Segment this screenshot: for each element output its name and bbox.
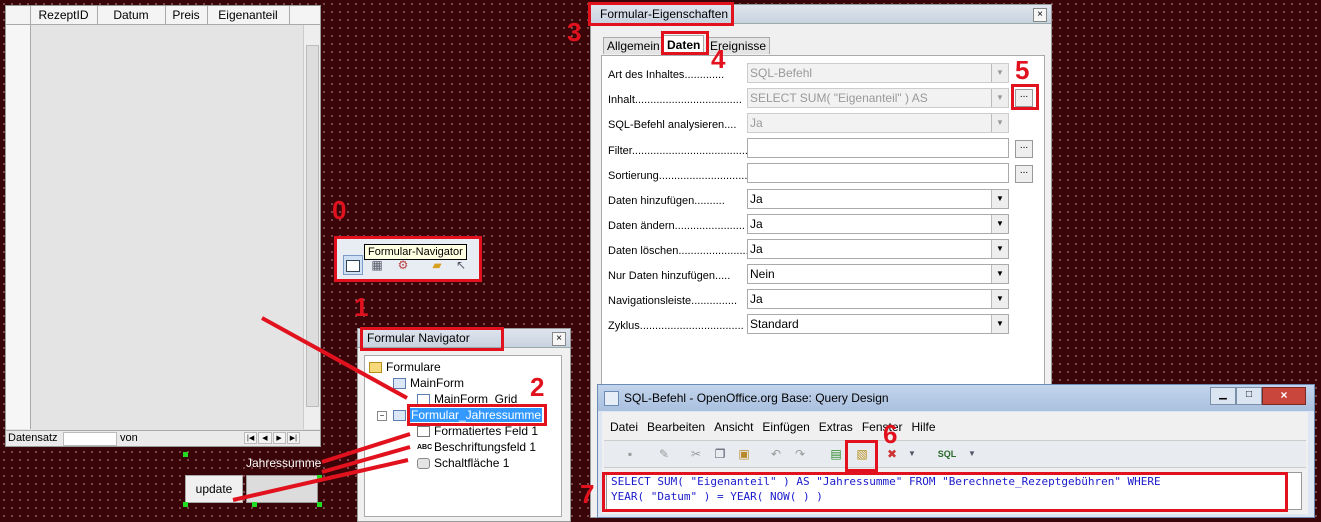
connector-line [232, 458, 409, 502]
connector-line [261, 316, 408, 400]
connector-lines [232, 316, 411, 502]
marker-7: 7 [580, 479, 595, 509]
marker-4: 4 [711, 44, 726, 74]
marker-0: 0 [332, 195, 347, 225]
marker-5: 5 [1015, 55, 1030, 85]
marker-1: 1 [354, 292, 369, 322]
marker-6: 6 [883, 419, 898, 449]
marker-3: 3 [567, 17, 582, 47]
marker-2: 2 [530, 372, 545, 402]
